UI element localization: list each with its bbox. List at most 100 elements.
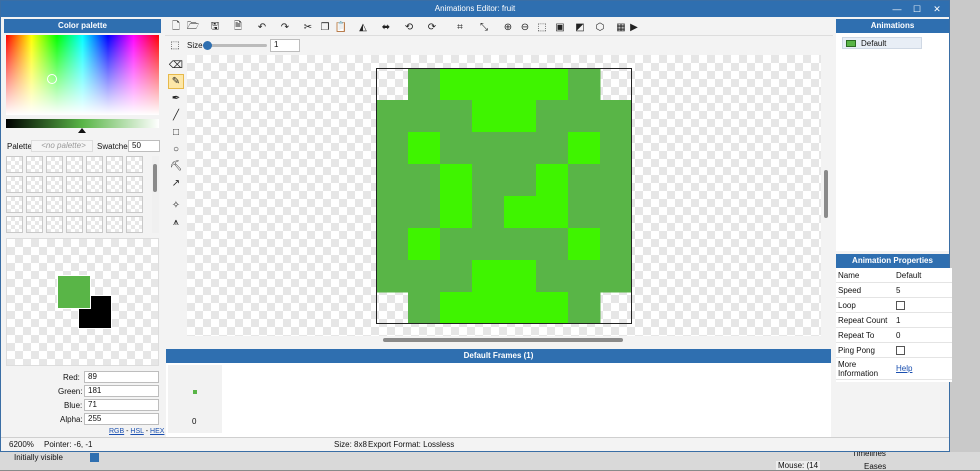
canvas-pixel[interactable]	[504, 68, 537, 101]
undo-icon[interactable]: ↶	[255, 20, 269, 34]
palette-swatch[interactable]	[26, 216, 43, 233]
canvas-pixel[interactable]	[472, 68, 505, 101]
paste-icon[interactable]: 📋	[334, 20, 348, 34]
name-value[interactable]: Default	[896, 268, 921, 283]
canvas-pixel[interactable]	[536, 228, 569, 261]
palette-swatch[interactable]	[46, 176, 63, 193]
vertical-scrollbar[interactable]	[822, 55, 831, 336]
cut-icon[interactable]: ✂	[301, 20, 315, 34]
red-input[interactable]: 89	[84, 371, 159, 383]
canvas-pixel[interactable]	[408, 68, 441, 101]
canvas-pixel[interactable]	[504, 132, 537, 165]
layers-icon[interactable]: ⬡	[593, 20, 607, 34]
palette-swatch[interactable]	[126, 176, 143, 193]
play-icon[interactable]: ▶	[627, 20, 641, 34]
canvas-pixel[interactable]	[440, 196, 473, 229]
canvas-pixel[interactable]	[472, 100, 505, 133]
palette-swatch[interactable]	[46, 156, 63, 173]
canvas-pixel[interactable]	[568, 68, 601, 101]
eyedropper-icon[interactable]: ↗	[168, 176, 184, 191]
hex-link[interactable]: HEX	[150, 428, 164, 435]
canvas-pixel[interactable]	[376, 260, 409, 293]
palette-swatch[interactable]	[46, 196, 63, 213]
canvas-pixel[interactable]	[440, 100, 473, 133]
canvas-pixel[interactable]	[472, 132, 505, 165]
hsl-link[interactable]: HSL	[130, 428, 143, 435]
zoom-actual-icon[interactable]: ▣	[553, 20, 567, 34]
color-picker-handle[interactable]	[47, 74, 57, 84]
canvas-pixel[interactable]	[504, 292, 537, 324]
canvas-pixel[interactable]	[376, 132, 409, 165]
speed-value[interactable]: 5	[896, 283, 900, 298]
palette-swatch[interactable]	[86, 156, 103, 173]
canvas-pixel[interactable]	[408, 292, 441, 324]
canvas-pixel[interactable]	[536, 292, 569, 324]
palette-swatch[interactable]	[86, 216, 103, 233]
palette-swatch[interactable]	[66, 196, 83, 213]
pixel-canvas[interactable]	[376, 68, 632, 324]
size-slider[interactable]	[203, 41, 267, 50]
horizontal-scrollbar-thumb[interactable]	[383, 338, 623, 342]
brightness-slider-thumb[interactable]	[78, 128, 86, 133]
size-slider-thumb[interactable]	[203, 41, 212, 50]
canvas-pixel[interactable]	[472, 292, 505, 324]
color-adjust-icon[interactable]: ◩	[573, 20, 587, 34]
canvas-pixel[interactable]	[504, 196, 537, 229]
alpha-input[interactable]: 255	[84, 413, 159, 425]
transform-icon[interactable]: ⩚	[168, 215, 184, 230]
canvas-pixel[interactable]	[376, 228, 409, 261]
canvas-pixel[interactable]	[568, 292, 601, 324]
flip-horizontal-icon[interactable]: ◭	[356, 20, 370, 34]
zoom-out-icon[interactable]: ⊖	[518, 20, 532, 34]
canvas-pixel[interactable]	[472, 228, 505, 261]
palette-swatch[interactable]	[126, 216, 143, 233]
canvas-pixel[interactable]	[568, 196, 601, 229]
green-input[interactable]: 181	[84, 385, 159, 397]
redo-icon[interactable]: ↷	[278, 20, 292, 34]
palette-swatch[interactable]	[126, 196, 143, 213]
canvas-pixel[interactable]	[600, 132, 632, 165]
help-link[interactable]: Help	[896, 364, 912, 373]
resize-icon[interactable]: ⤡	[477, 20, 491, 34]
canvas-pixel[interactable]	[440, 68, 473, 101]
palette-swatch[interactable]	[86, 176, 103, 193]
initially-visible-checkbox[interactable]	[90, 453, 99, 462]
rotate-right-icon[interactable]: ⟳	[425, 20, 439, 34]
canvas-pixel[interactable]	[504, 260, 537, 293]
crop-icon[interactable]: ⌗	[453, 20, 467, 34]
palette-swatch[interactable]	[66, 176, 83, 193]
magic-wand-icon[interactable]: ✧	[168, 198, 184, 213]
palette-select[interactable]: <no palette>	[31, 140, 93, 152]
palette-swatch[interactable]	[26, 196, 43, 213]
canvas-pixel[interactable]	[536, 196, 569, 229]
palette-swatch[interactable]	[106, 156, 123, 173]
ping-pong-checkbox[interactable]	[896, 346, 905, 355]
size-input[interactable]: 1	[270, 39, 300, 52]
rectangle-icon[interactable]: □	[168, 125, 184, 140]
new-icon[interactable]: 🗋	[169, 20, 183, 34]
flip-vertical-icon[interactable]: ⬌	[379, 20, 393, 34]
palette-swatch[interactable]	[6, 216, 23, 233]
frame-thumbnail[interactable]: 0	[168, 365, 222, 433]
canvas-pixel[interactable]	[600, 164, 632, 197]
canvas-pixel[interactable]	[408, 100, 441, 133]
vertical-scrollbar-thumb[interactable]	[824, 170, 828, 218]
rgb-link[interactable]: RGB	[109, 428, 124, 435]
canvas-pixel[interactable]	[440, 164, 473, 197]
blue-input[interactable]: 71	[84, 399, 159, 411]
minimize-button[interactable]: —	[887, 1, 907, 17]
canvas-pixel[interactable]	[536, 132, 569, 165]
palette-swatch[interactable]	[46, 216, 63, 233]
repeat-to-value[interactable]: 0	[896, 328, 900, 343]
palette-swatch[interactable]	[106, 196, 123, 213]
palette-swatch[interactable]	[126, 156, 143, 173]
open-icon[interactable]: 🗁	[186, 20, 200, 34]
canvas-pixel[interactable]	[376, 196, 409, 229]
canvas-pixel[interactable]	[472, 164, 505, 197]
select-icon[interactable]: ⬚	[167, 38, 183, 53]
canvas-pixel[interactable]	[408, 260, 441, 293]
grid-icon[interactable]: ▦	[614, 20, 628, 34]
canvas-pixel[interactable]	[472, 260, 505, 293]
zoom-fit-icon[interactable]: ⬚	[535, 20, 549, 34]
canvas-pixel[interactable]	[472, 196, 505, 229]
